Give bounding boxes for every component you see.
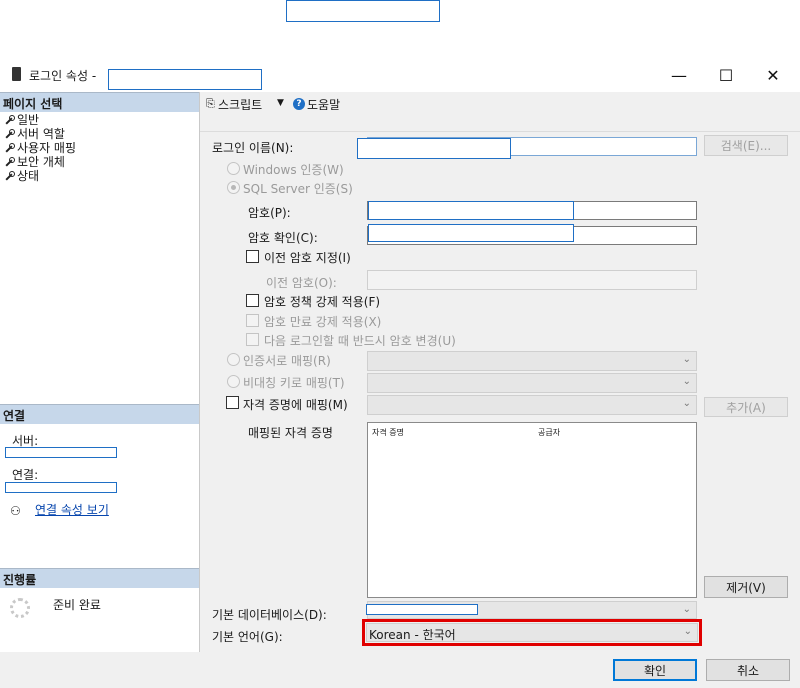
page-select-header: 페이지 선택 xyxy=(0,92,199,112)
chevron-down-icon: ⌄ xyxy=(682,604,691,615)
login-name-label: 로그인 이름(N): xyxy=(212,141,294,155)
close-button[interactable]: ✕ xyxy=(750,58,796,92)
column-header-provider[interactable]: 공급자 xyxy=(538,427,560,438)
redacted-login-name xyxy=(108,69,262,90)
server-icon xyxy=(12,67,21,81)
bottom-bar: 확인 취소 xyxy=(0,652,800,688)
default-language-value: Korean - 한국어 xyxy=(369,628,456,642)
connection-properties-icon: ⚇ xyxy=(10,504,21,518)
chevron-down-icon: ⌄ xyxy=(682,376,691,387)
connection-label: 연결: xyxy=(12,468,39,482)
windows-auth-radio[interactable] xyxy=(227,162,240,175)
sidebar-item-user-mapping[interactable]: 사용자 매핑 xyxy=(4,141,76,155)
maximize-button[interactable]: ☐ xyxy=(703,58,749,92)
mapped-credentials-label: 매핑된 자격 증명 xyxy=(248,426,333,440)
column-header-credential[interactable]: 자격 증명 xyxy=(372,427,404,438)
default-db-label: 기본 데이터베이스(D): xyxy=(212,608,327,622)
add-button[interactable]: 추가(A) xyxy=(704,397,788,417)
sidebar-item-status[interactable]: 상태 xyxy=(4,169,39,183)
confirm-password-label: 암호 확인(C): xyxy=(248,231,318,245)
help-icon: ? xyxy=(293,98,305,110)
redacted-password xyxy=(368,201,574,220)
left-pane: 페이지 선택 일반 서버 역할 사용자 매핑 보안 개체 상태 연결 서버: 연… xyxy=(0,92,200,652)
wrench-icon xyxy=(4,115,15,125)
redacted-confirm-password xyxy=(368,224,574,242)
sql-auth-label: SQL Server 인증(S) xyxy=(243,182,353,196)
cert-mapping-radio[interactable] xyxy=(227,353,240,366)
enforce-expiration-checkbox[interactable] xyxy=(246,314,259,327)
cancel-button[interactable]: 취소 xyxy=(706,659,790,681)
view-connection-properties-link[interactable]: 연결 속성 보기 xyxy=(35,501,109,518)
connection-header: 연결 xyxy=(0,404,199,424)
minimize-button[interactable]: — xyxy=(656,58,702,92)
window-title: 로그인 속성 - xyxy=(29,69,97,83)
asym-key-mapping-label: 비대칭 키로 매핑(T) xyxy=(243,376,345,390)
default-language-label: 기본 언어(G): xyxy=(212,630,283,644)
windows-auth-label: Windows 인증(W) xyxy=(243,163,344,177)
wrench-icon xyxy=(4,129,15,139)
progress-status: 준비 완료 xyxy=(53,598,101,612)
sidebar-item-server-roles[interactable]: 서버 역할 xyxy=(4,127,65,141)
redacted-server xyxy=(5,447,117,458)
wrench-icon xyxy=(4,157,15,167)
cert-mapping-label: 인증서로 매핑(R) xyxy=(243,354,331,368)
remove-button[interactable]: 제거(V) xyxy=(704,576,788,598)
progress-spinner-icon xyxy=(10,598,30,618)
enforce-policy-checkbox[interactable] xyxy=(246,294,259,307)
must-change-label: 다음 로그인할 때 반드시 암호 변경(U) xyxy=(264,334,456,348)
enforce-policy-label: 암호 정책 강제 적용(F) xyxy=(264,295,381,309)
ok-button[interactable]: 확인 xyxy=(613,659,697,681)
chevron-down-icon: ⌄ xyxy=(682,398,691,409)
sidebar-item-general[interactable]: 일반 xyxy=(4,113,39,127)
title-bar: 로그인 속성 - — ☐ ✕ xyxy=(0,58,800,92)
specify-old-password-label: 이전 암호 지정(I) xyxy=(264,251,351,265)
redacted-login-value xyxy=(357,138,511,159)
redacted-field xyxy=(286,0,440,22)
old-password-input[interactable] xyxy=(367,270,697,290)
asym-key-mapping-select[interactable]: ⌄ xyxy=(367,373,697,393)
chevron-down-icon: ⌄ xyxy=(682,354,691,365)
enforce-expiration-label: 암호 만료 강제 적용(X) xyxy=(264,315,382,329)
help-button[interactable]: 도움말 xyxy=(307,96,340,113)
default-language-select[interactable]: Korean - 한국어 ⌄ xyxy=(366,623,698,642)
progress-header: 진행률 xyxy=(0,568,199,588)
script-dropdown-icon[interactable]: ▼ xyxy=(277,98,284,108)
redacted-connection xyxy=(5,482,117,493)
credential-mapping-select[interactable]: ⌄ xyxy=(367,395,697,415)
wrench-icon xyxy=(4,171,15,181)
toolbar: ⎘ 스크립트 ▼ ? 도움말 xyxy=(200,92,800,132)
mapped-credentials-list[interactable]: 자격 증명 공급자 xyxy=(367,422,697,598)
script-icon: ⎘ xyxy=(206,97,215,110)
password-label: 암호(P): xyxy=(248,206,291,220)
chevron-down-icon: ⌄ xyxy=(683,626,692,637)
sql-auth-radio[interactable] xyxy=(227,181,240,194)
specify-old-password-checkbox[interactable] xyxy=(246,250,259,263)
asym-key-mapping-radio[interactable] xyxy=(227,375,240,388)
wrench-icon xyxy=(4,143,15,153)
credential-mapping-label: 자격 증명에 매핑(M) xyxy=(243,398,348,412)
redacted-default-db xyxy=(366,604,478,615)
old-password-label: 이전 암호(O): xyxy=(266,276,337,290)
must-change-checkbox[interactable] xyxy=(246,333,259,346)
credential-mapping-checkbox[interactable] xyxy=(226,396,239,409)
search-button[interactable]: 검색(E)... xyxy=(704,135,788,156)
sidebar-item-securables[interactable]: 보안 개체 xyxy=(4,155,65,169)
script-button[interactable]: 스크립트 xyxy=(218,96,262,113)
cert-mapping-select[interactable]: ⌄ xyxy=(367,351,697,371)
